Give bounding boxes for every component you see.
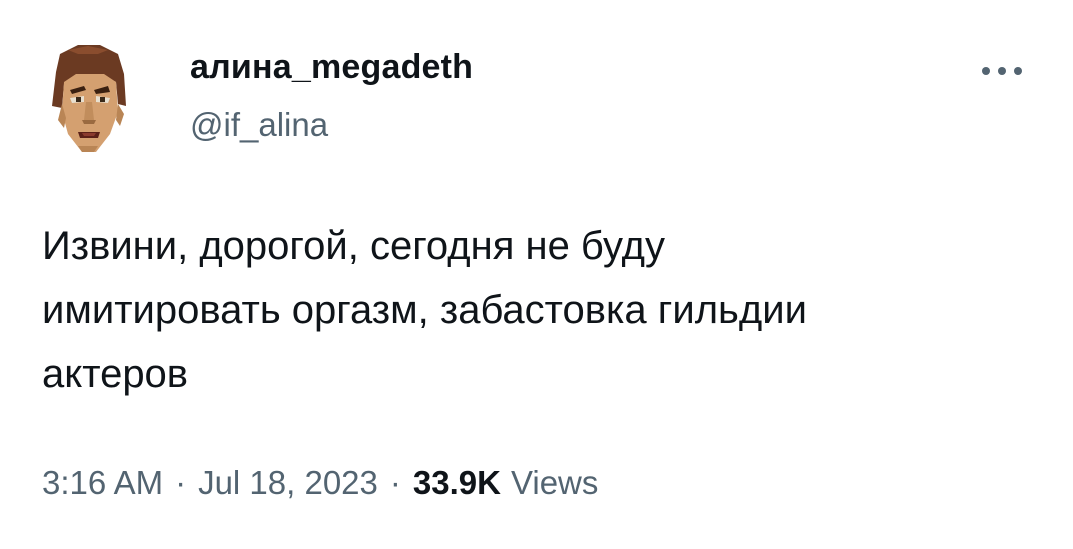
separator-dot: · xyxy=(175,464,187,501)
display-name[interactable]: алина_megadeth xyxy=(190,48,473,87)
tweet-text: Извини, дорогой, сегодня не буду имитиро… xyxy=(42,224,807,396)
separator-dot: · xyxy=(389,464,401,501)
tweet-date[interactable]: Jul 18, 2023 xyxy=(198,464,378,502)
tweet-card: алина_megadeth @if_alina Извини, дорогой… xyxy=(0,0,1073,549)
tweet-metadata: 3:16 AM · Jul 18, 2023 · 33.9K Views xyxy=(42,464,598,502)
avatar-image xyxy=(52,45,126,152)
user-handle[interactable]: @if_alina xyxy=(190,106,328,144)
more-horizontal-icon xyxy=(982,67,1022,75)
tweet-time[interactable]: 3:16 AM xyxy=(42,464,163,502)
views-label[interactable]: Views xyxy=(511,464,598,502)
more-options-button[interactable] xyxy=(972,56,1032,86)
avatar[interactable] xyxy=(38,42,138,160)
views-count[interactable]: 33.9K xyxy=(413,464,501,502)
